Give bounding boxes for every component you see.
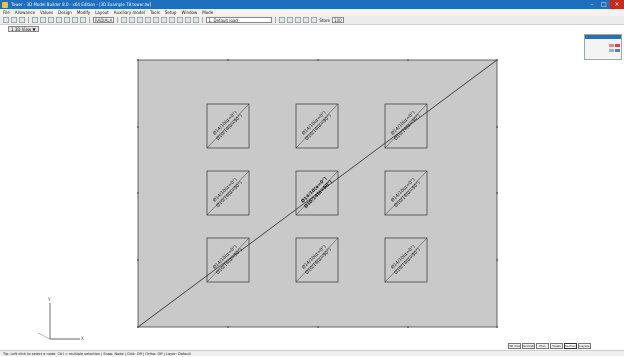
save-icon[interactable]: [19, 17, 25, 23]
print-icon[interactable]: [287, 17, 294, 23]
support-icon[interactable]: [72, 17, 78, 23]
zoom-in-icon[interactable]: [121, 17, 128, 23]
menu-setup[interactable]: Setup: [165, 10, 177, 15]
load-case-select[interactable]: 1. Default load: [206, 17, 273, 23]
toolbar-separator: [89, 17, 90, 23]
menu-file[interactable]: File: [3, 10, 10, 15]
window-title: Tower - 3D Model Builder 8.0 - x64 Editi…: [11, 2, 152, 7]
menu-allowance[interactable]: Allowance: [15, 10, 35, 15]
fit-view-icon[interactable]: [153, 17, 160, 23]
menu-modify[interactable]: Modify: [77, 10, 90, 15]
tab-views[interactable]: Views: [550, 343, 563, 349]
zoom-label: Store: [319, 17, 330, 23]
menu-values[interactable]: Values: [40, 10, 53, 15]
zoom-select[interactable]: 100: [331, 17, 344, 23]
rotate-icon[interactable]: [145, 17, 152, 23]
redo-icon[interactable]: [40, 17, 46, 23]
axis-y-label: Y: [47, 297, 51, 302]
new-file-icon[interactable]: [3, 17, 9, 23]
shading-icon[interactable]: [295, 17, 302, 23]
toolbar-separator: [275, 17, 277, 23]
minimize-button[interactable]: –: [586, 0, 598, 9]
toolbar-separator: [28, 17, 29, 23]
tab-3d-view[interactable]: 3D View: [508, 343, 521, 349]
zoom-out-icon[interactable]: [129, 17, 136, 23]
tab-layers[interactable]: Layers: [578, 343, 591, 349]
beam-icon[interactable]: [56, 17, 62, 23]
pan-icon[interactable]: [137, 17, 144, 23]
main-toolbar: RADIALA 1. Default load Store 100: [0, 16, 624, 25]
table-icon[interactable]: [279, 17, 286, 23]
tab-sections[interactable]: Sections: [564, 343, 577, 349]
tab-isometric[interactable]: Isometric: [522, 343, 535, 349]
view-selector[interactable]: 1 3D View ▼: [8, 26, 39, 32]
drawing-canvas[interactable]: Ø14/10(α=0°) Ø10/14(α=90°) Ø14/10(α=0°) …: [0, 33, 624, 346]
menu-window[interactable]: Window: [181, 10, 197, 15]
color-icon[interactable]: [311, 17, 318, 23]
measure-icon[interactable]: [177, 17, 184, 23]
node-icon[interactable]: [48, 17, 54, 23]
menu-layout[interactable]: Layout: [95, 10, 109, 15]
status-bar: Tip: Left click to select a node. Ctrl =…: [0, 350, 624, 356]
wireframe-icon[interactable]: [303, 17, 310, 23]
menu-tools[interactable]: Tools: [150, 10, 160, 15]
undo-icon[interactable]: [32, 17, 38, 23]
menu-bar: File Allowance Values Design Modify Layo…: [0, 9, 624, 16]
menu-auxiliary-model[interactable]: Auxiliary model: [114, 10, 145, 15]
axis-x-label: X: [81, 336, 84, 341]
slab-icon[interactable]: [64, 17, 70, 23]
menu-design[interactable]: Design: [58, 10, 72, 15]
menu-mode[interactable]: Mode: [202, 10, 213, 15]
tab-plan[interactable]: Plan: [536, 343, 549, 349]
render-icon[interactable]: [161, 17, 168, 23]
layer-select[interactable]: RADIALA: [93, 17, 115, 23]
open-file-icon[interactable]: [11, 17, 17, 23]
view-tabs: 3D View Isometric Plan Views Sections La…: [508, 343, 591, 349]
section-icon[interactable]: [169, 17, 176, 23]
app-icon: [2, 1, 8, 8]
toolbar-separator: [202, 17, 204, 23]
load-icon[interactable]: [80, 17, 86, 23]
axis-indicator: X Y: [37, 297, 84, 341]
toolbar-separator: [117, 17, 119, 23]
snap-icon[interactable]: [193, 17, 200, 23]
grid-icon[interactable]: [185, 17, 192, 23]
window-title-bar: Tower - 3D Model Builder 8.0 - x64 Editi…: [0, 0, 624, 9]
drawing-viewport[interactable]: Ø14/10(α=0°) Ø10/14(α=90°) Ø14/10(α=0°) …: [0, 33, 624, 346]
maximize-button[interactable]: □: [598, 0, 610, 9]
close-button[interactable]: ×: [610, 0, 624, 9]
